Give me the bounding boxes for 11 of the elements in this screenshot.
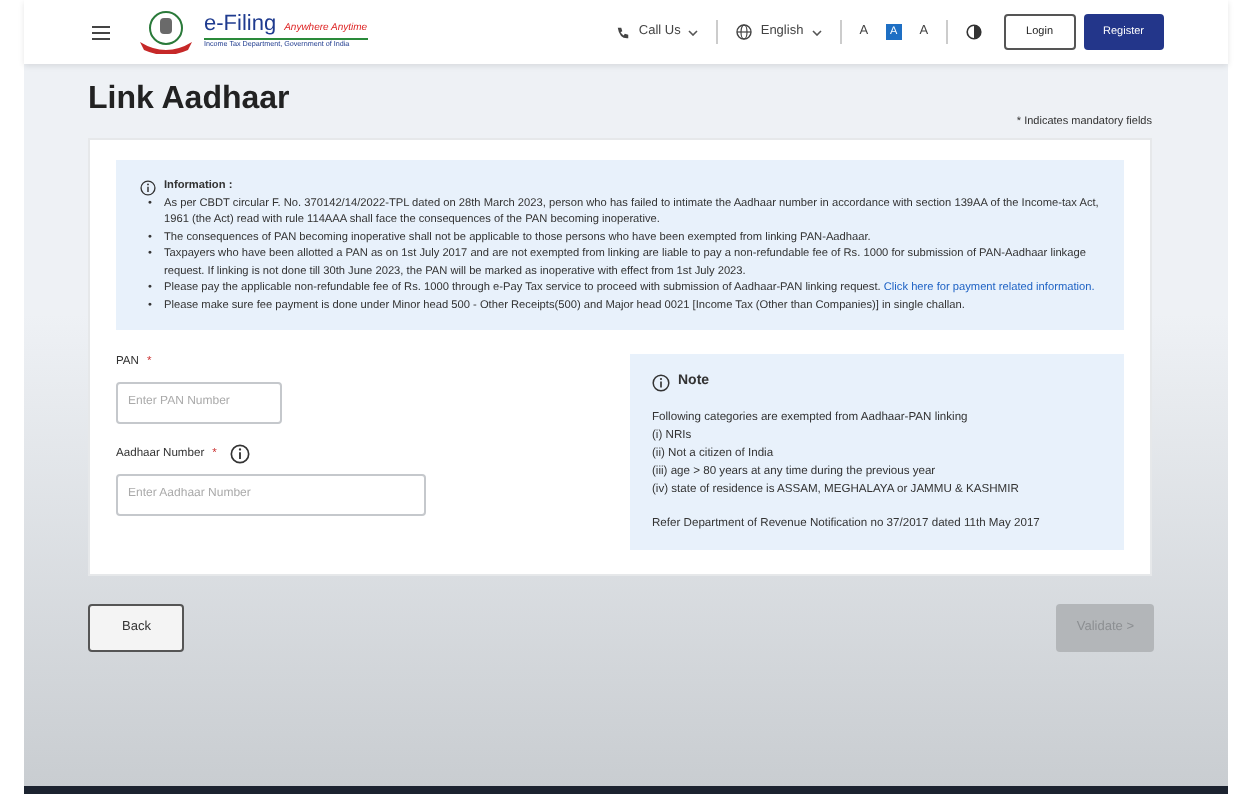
globe-icon — [736, 24, 753, 40]
chevron-down-icon — [811, 29, 822, 35]
chevron-down-icon — [688, 29, 699, 35]
page-title: Link Aadhaar — [88, 80, 290, 119]
contrast-icon[interactable] — [966, 24, 983, 40]
logo-title: e-Filing — [204, 14, 277, 37]
phone-icon — [616, 25, 631, 39]
emblem-logo-icon — [136, 10, 196, 54]
menu-icon[interactable] — [92, 25, 110, 39]
info-icon — [652, 374, 670, 393]
info-icon — [140, 179, 156, 196]
